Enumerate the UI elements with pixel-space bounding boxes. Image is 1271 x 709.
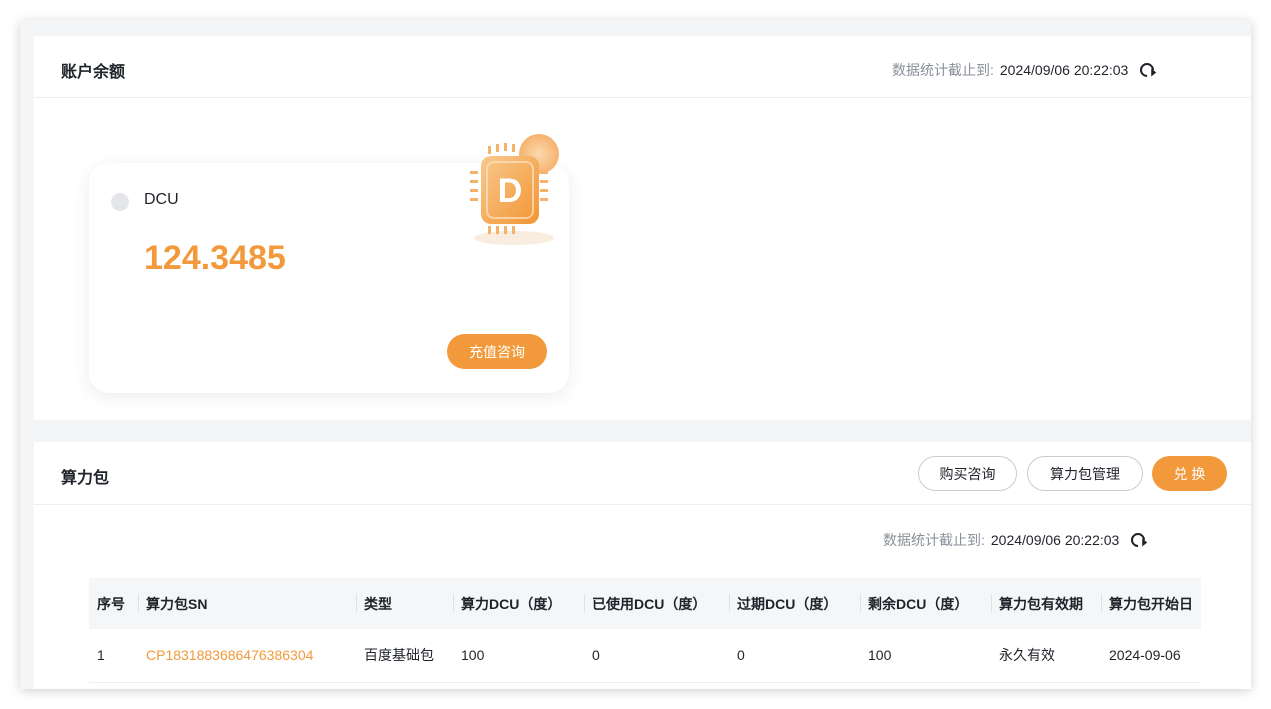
column-header-remaining-dcu: 剩余DCU（度） (860, 578, 991, 629)
balance-title: 账户余额 (61, 64, 126, 81)
package-manage-button[interactable]: 算力包管理 (1027, 456, 1143, 491)
column-header-used-dcu: 已使用DCU（度） (584, 578, 729, 629)
recharge-consult-button[interactable]: 充值咨询 (447, 334, 547, 369)
stat-label: 数据统计截止到: (892, 62, 994, 78)
column-header-type: 类型 (356, 578, 453, 629)
cell-remaining-dcu: 100 (868, 647, 892, 664)
column-header-start-date: 算力包开始日 (1101, 578, 1201, 629)
cell-start-date: 2024-09-06 (1109, 647, 1181, 664)
package-table-container: 序号 算力包SN 类型 算力DCU（度） 已使用DCU（度） 过期DCU（度） … (89, 578, 1201, 689)
compute-package-panel: 算力包 购买咨询 算力包管理 兑 换 数据统计截止到: 2024/09/06 2… (34, 442, 1251, 689)
column-header-expired-dcu: 过期DCU（度） (729, 578, 860, 629)
cell-index: 1 (97, 647, 105, 664)
package-sn-link[interactable]: CP1831883686476386304 (138, 629, 356, 682)
chip-letter: D (498, 172, 523, 210)
package-table: 序号 算力包SN 类型 算力DCU（度） 已使用DCU（度） 过期DCU（度） … (89, 578, 1201, 683)
exchange-button[interactable]: 兑 换 (1152, 456, 1227, 491)
refresh-icon[interactable] (1137, 60, 1158, 80)
cell-total-dcu: 100 (461, 647, 485, 664)
refresh-icon[interactable] (1128, 530, 1149, 550)
cell-expired-dcu: 0 (737, 647, 745, 664)
package-title: 算力包 (61, 470, 110, 487)
cell-type: 百度基础包 (364, 647, 434, 664)
dcu-chip-icon: D (470, 134, 559, 245)
column-header-sn: 算力包SN (138, 578, 356, 629)
table-header-row: 序号 算力包SN 类型 算力DCU（度） 已使用DCU（度） 过期DCU（度） … (89, 578, 1201, 629)
buy-consult-button[interactable]: 购买咨询 (918, 456, 1017, 491)
balance-header: 账户余额 数据统计截止到: 2024/09/06 20:22:03 (34, 36, 1251, 98)
cell-used-dcu: 0 (592, 647, 600, 664)
column-header-total-dcu: 算力DCU（度） (453, 578, 584, 629)
stat-timestamp: 2024/09/06 20:22:03 (999, 62, 1129, 78)
stat-label: 数据统计截止到: (883, 532, 985, 548)
account-balance-panel: 账户余额 数据统计截止到: 2024/09/06 20:22:03 DCU 12… (34, 36, 1251, 420)
dcu-balance-value: 124.3485 (144, 239, 286, 277)
cell-validity: 永久有效 (999, 647, 1055, 664)
dcu-dot-icon (111, 193, 129, 211)
window-frame: 账户余额 数据统计截止到: 2024/09/06 20:22:03 DCU 12… (20, 20, 1251, 689)
column-header-index: 序号 (97, 595, 125, 612)
balance-stat-time: 数据统计截止到: 2024/09/06 20:22:03 (892, 60, 1158, 80)
stat-timestamp: 2024/09/06 20:22:03 (990, 532, 1120, 548)
table-row: 1 CP1831883686476386304 百度基础包 100 0 0 10… (89, 629, 1201, 682)
column-header-validity: 算力包有效期 (991, 578, 1101, 629)
package-stat-time: 数据统计截止到: 2024/09/06 20:22:03 (883, 530, 1149, 550)
package-header: 算力包 购买咨询 算力包管理 兑 换 (34, 442, 1251, 505)
dcu-label: DCU (144, 191, 179, 208)
